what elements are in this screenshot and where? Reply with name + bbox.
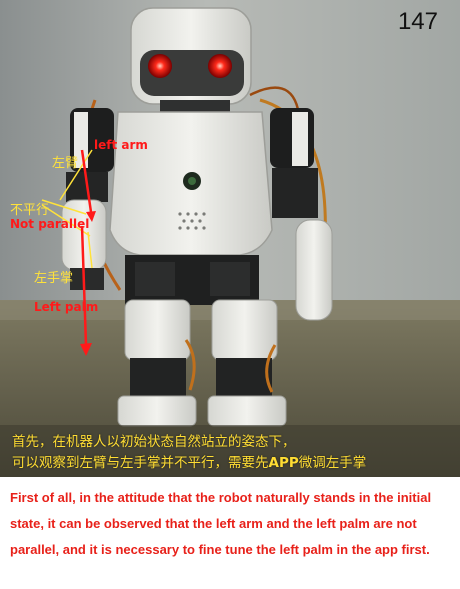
left-arm-label-cn: 左臂: [52, 156, 79, 171]
english-caption: First of all, in the attitude that the r…: [10, 490, 432, 557]
page-number: 147: [397, 8, 438, 35]
not-parallel-label-cn: 不平行: [10, 203, 50, 218]
chinese-caption-line2: 可以观察到左臂与左手掌并不平行，需要先APP微调左手掌: [12, 455, 367, 471]
robot-illustration: [0, 0, 460, 477]
left-arm-label-en: left arm: [94, 138, 148, 152]
robot-photo: 147 left arm 左臂 不平行 Not parallel 左手掌 Lef…: [0, 0, 460, 477]
left-palm-label-en: Left palm: [34, 300, 99, 314]
chinese-caption-line1: 首先，在机器人以初始状态自然站立的姿态下，: [12, 434, 296, 450]
not-parallel-label-en: Not parallel: [10, 217, 90, 231]
left-palm-label-cn: 左手掌: [34, 271, 74, 286]
